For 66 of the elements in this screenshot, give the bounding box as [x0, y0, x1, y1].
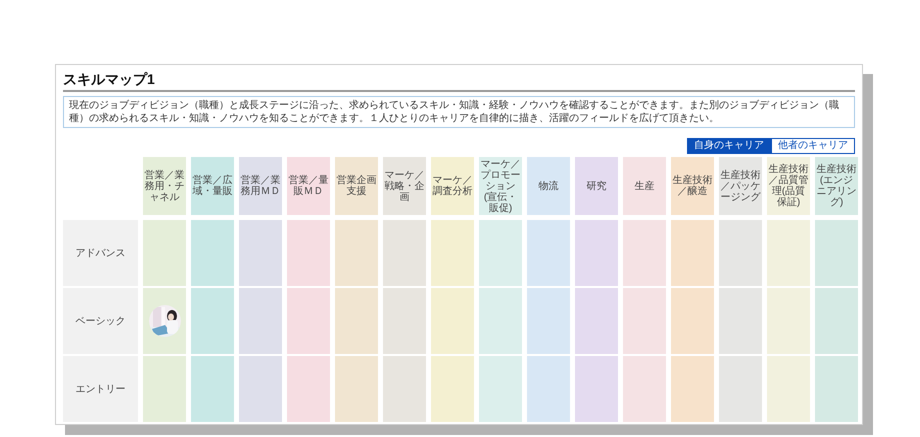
grid-cell [287, 220, 330, 286]
career-tab[interactable]: 他者のキャリア [771, 138, 855, 154]
grid-cell [527, 220, 570, 286]
row-label: ベーシック [63, 288, 138, 354]
grid-cell [383, 288, 426, 354]
grid-cell [623, 288, 666, 354]
grid-cell [719, 220, 762, 286]
column-header: 営業／業務用・チャネル [143, 157, 186, 215]
grid-cell [191, 288, 234, 354]
column-header: 生産 [623, 157, 666, 215]
column-header: マーケ／戦略・企画 [383, 157, 426, 215]
description-text: 現在のジョブディビジョン（職種）と成長ステージに沿った、求められているスキル・知識・経験・ノウハウを確認することができます。また別のジョブディビジョン（職種）の求められるスキル・知識・ノウハウを知ることができます。１人ひとりのキャリアを自律的に描き、活躍のフィールドを広げて頂きたい。 [63, 96, 855, 128]
page-title: スキルマップ1 [63, 69, 855, 92]
grid-cell [815, 356, 858, 422]
grid-cell [191, 356, 234, 422]
grid-cell [815, 220, 858, 286]
grid-cell [719, 288, 762, 354]
grid-cell [671, 356, 714, 422]
column-header: 生産技術／品質管理(品質保証) [767, 157, 810, 215]
grid-cell [239, 356, 282, 422]
grid-cell [143, 220, 186, 286]
grid-cell [287, 288, 330, 354]
column-header: 研究 [575, 157, 618, 215]
grid-cell [623, 356, 666, 422]
column-header: マーケ／調査分析 [431, 157, 474, 215]
grid-cell [335, 288, 378, 354]
column-header: 生産技術／パッケージング [719, 157, 762, 215]
grid-cell [719, 356, 762, 422]
column-header: マーケ／プロモーション(宣伝・販促) [479, 157, 522, 215]
row-label: アドバンス [63, 220, 138, 286]
career-tab[interactable]: 自身のキャリア [687, 138, 771, 154]
grid-cell [335, 356, 378, 422]
grid-cell [239, 288, 282, 354]
grid-cell [527, 288, 570, 354]
grid-cell [431, 220, 474, 286]
column-header: 営業／業務用ＭＤ [239, 157, 282, 215]
grid-cell [527, 356, 570, 422]
column-header: 生産技術(エンジニアリング) [815, 157, 858, 215]
grid-cell [575, 356, 618, 422]
grid-cell [479, 220, 522, 286]
grid-cell [431, 288, 474, 354]
grid-cell [767, 356, 810, 422]
grid-cell [335, 220, 378, 286]
grid-cell [575, 220, 618, 286]
column-header: 営業／広域・量販 [191, 157, 234, 215]
grid-cell [383, 220, 426, 286]
column-header: 営業／量販ＭＤ [287, 157, 330, 215]
column-header: 物流 [527, 157, 570, 215]
grid-cell [671, 220, 714, 286]
column-header: 営業企画支援 [335, 157, 378, 215]
grid-cell [479, 356, 522, 422]
grid-cell [767, 288, 810, 354]
grid-cell [287, 356, 330, 422]
grid-cell [383, 356, 426, 422]
column-header: 生産技術／醸造 [671, 157, 714, 215]
grid-cell [191, 220, 234, 286]
grid-cell [623, 220, 666, 286]
grid-cell [767, 220, 810, 286]
grid-cell [815, 288, 858, 354]
grid-cell [671, 288, 714, 354]
grid-cell [431, 356, 474, 422]
grid-cell [239, 220, 282, 286]
grid-cell [479, 288, 522, 354]
grid-cell [143, 356, 186, 422]
grid-cell [575, 288, 618, 354]
row-label: エントリー [63, 356, 138, 422]
